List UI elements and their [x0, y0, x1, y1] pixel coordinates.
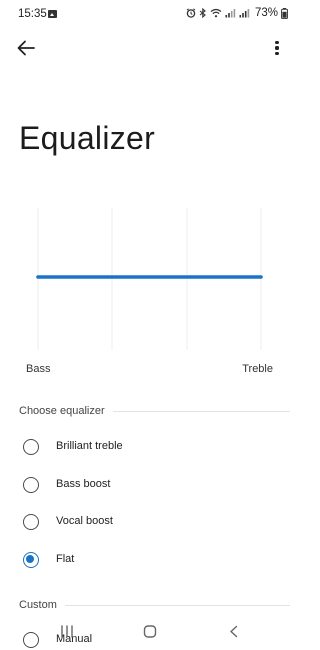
eq-label-treble: Treble [242, 363, 273, 375]
signal-icon [225, 9, 236, 18]
battery-icon [281, 7, 288, 19]
radio-button[interactable] [23, 514, 39, 530]
divider [112, 410, 290, 412]
arrow-left-icon [17, 40, 35, 56]
more-options-button[interactable] [268, 37, 286, 59]
option-label: Flat [56, 553, 75, 565]
alarm-icon [186, 8, 196, 18]
preset-option-bass-boost[interactable]: Bass boost [0, 467, 300, 503]
more-vert-icon-dot [275, 52, 279, 56]
gallery-icon [48, 10, 57, 18]
system-nav-bar [0, 616, 300, 646]
recent-apps-icon[interactable] [56, 621, 78, 643]
divider [64, 604, 290, 606]
choose-equalizer-header: Choose equalizer [19, 405, 290, 417]
bluetooth-icon [199, 8, 206, 18]
page-title: Equalizer [19, 120, 156, 156]
signal-icon-2 [239, 9, 250, 18]
radio-button[interactable] [23, 477, 39, 493]
option-label: Brilliant treble [56, 440, 123, 452]
status-time: 15:35 [18, 8, 47, 20]
nav-back-icon[interactable] [223, 621, 245, 643]
more-vert-icon [275, 40, 279, 44]
option-label: Bass boost [56, 478, 111, 490]
section-title: Choose equalizer [19, 405, 105, 417]
home-icon[interactable] [139, 621, 161, 643]
custom-header: Custom [19, 599, 290, 611]
eq-label-bass: Bass [26, 363, 51, 375]
option-label: Vocal boost [56, 515, 113, 527]
section-title: Custom [19, 599, 57, 611]
wifi-icon [210, 8, 222, 18]
radio-button[interactable] [23, 439, 39, 455]
preset-option-flat[interactable]: Flat [0, 542, 300, 578]
radio-button-selected[interactable] [23, 552, 39, 568]
status-bar: 15:35 73% [0, 0, 300, 28]
status-icons: 73% [186, 7, 288, 19]
more-vert-icon-dot [275, 46, 279, 50]
back-button[interactable] [14, 36, 38, 60]
battery-percentage: 73% [254, 7, 278, 19]
preset-option-vocal-boost[interactable]: Vocal boost [0, 504, 300, 540]
equalizer-graph[interactable] [26, 200, 274, 360]
preset-option-brilliant-treble[interactable]: Brilliant treble [0, 429, 300, 465]
